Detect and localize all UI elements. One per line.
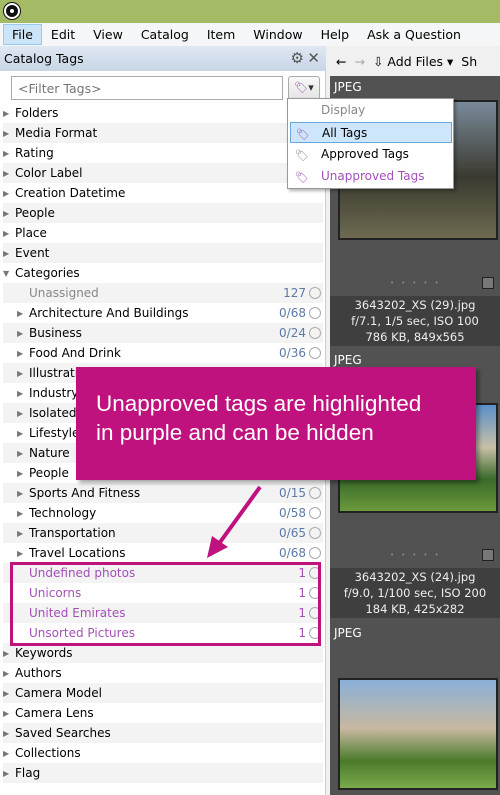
annotation-arrow [207, 485, 262, 558]
